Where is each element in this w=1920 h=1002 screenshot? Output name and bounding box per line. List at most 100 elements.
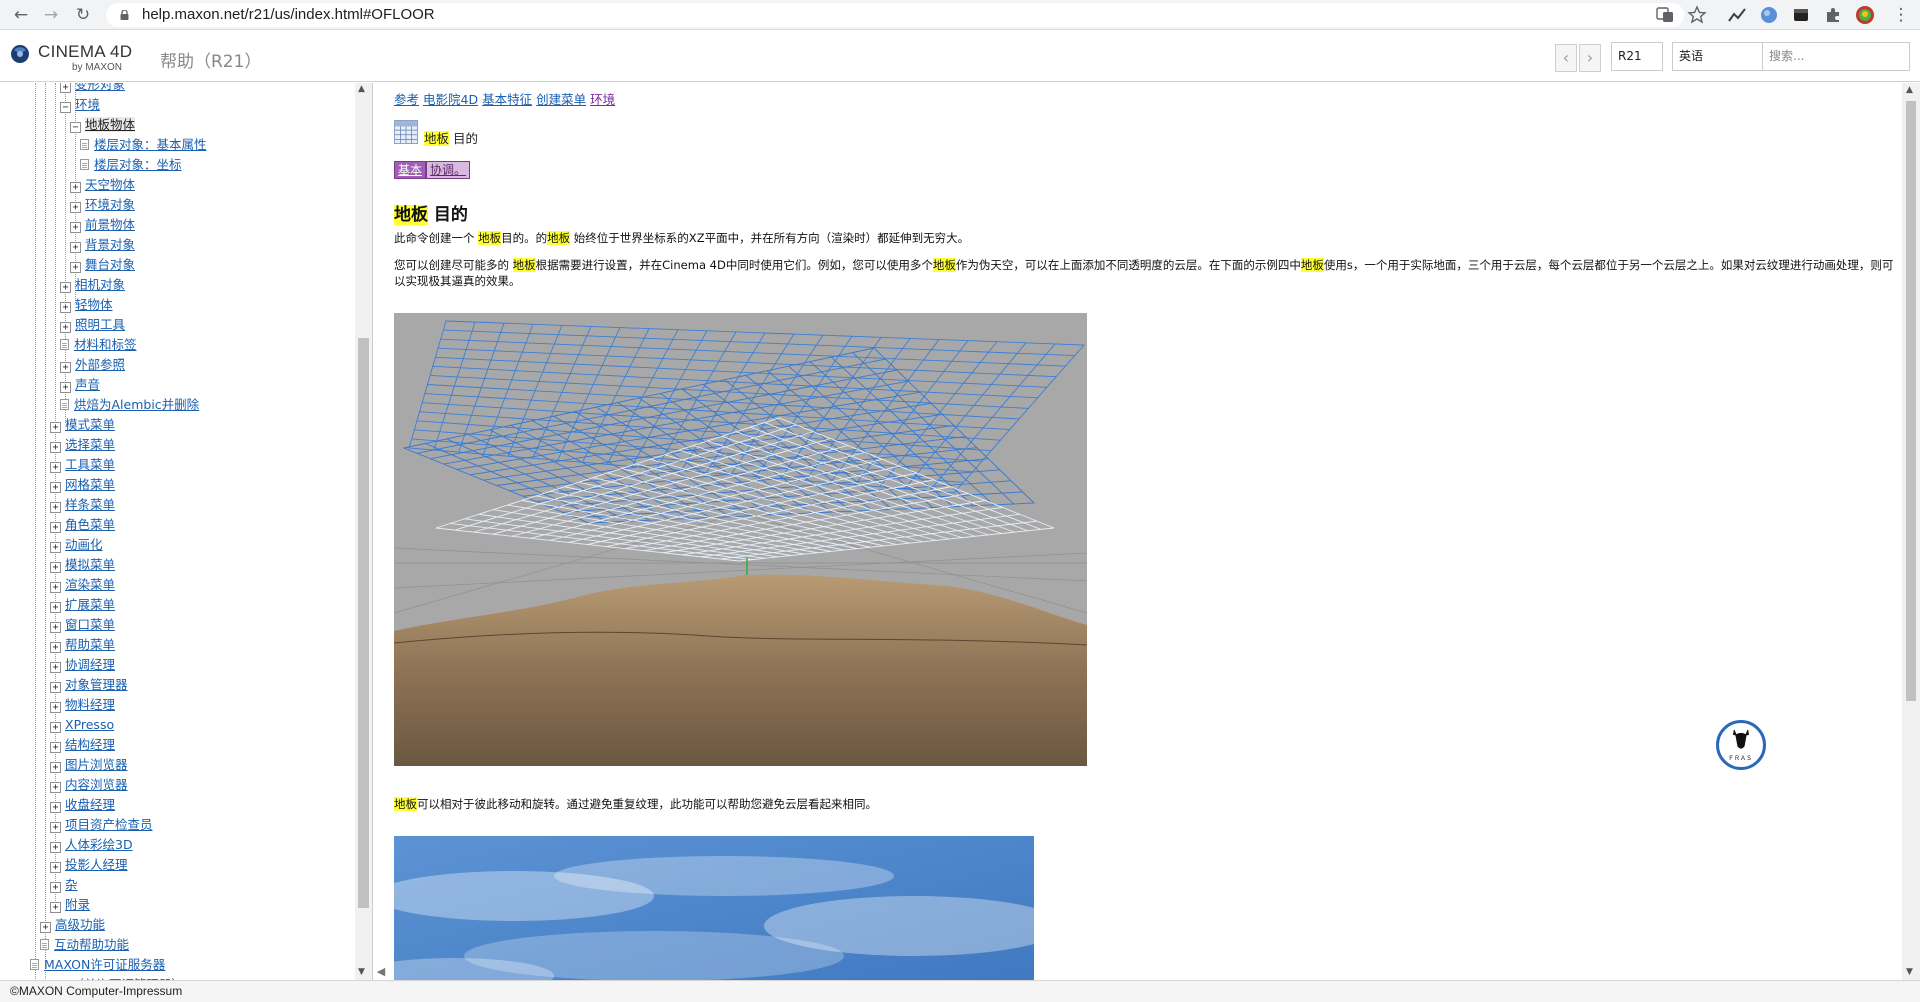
sidebar-item[interactable]: + 物料经理 bbox=[50, 696, 115, 714]
sidebar-item[interactable]: + 人体彩绘3D bbox=[50, 836, 133, 854]
sidebar-item[interactable]: + 角色菜单 bbox=[50, 516, 115, 534]
expand-icon[interactable]: + bbox=[60, 362, 71, 373]
sidebar-item-label[interactable]: 轻物体 bbox=[75, 297, 113, 312]
sidebar-item-label[interactable]: 结构经理 bbox=[65, 737, 115, 752]
sidebar-item[interactable]: + 动画化 bbox=[50, 536, 103, 554]
sidebar-item-label[interactable]: 外部参照 bbox=[75, 357, 125, 372]
sidebar-item[interactable]: + 扩展菜单 bbox=[50, 596, 115, 614]
sidebar-item-label[interactable]: 帮助菜单 bbox=[65, 637, 115, 652]
sidebar-item[interactable]: + 协调经理 bbox=[50, 656, 115, 674]
sidebar-item[interactable]: + 背景对象 bbox=[70, 236, 135, 254]
sidebar-item-label[interactable]: 声音 bbox=[75, 377, 100, 392]
sidebar-item[interactable]: + 高级功能 bbox=[40, 916, 105, 934]
expand-icon[interactable]: + bbox=[70, 262, 81, 273]
expand-icon[interactable]: + bbox=[40, 922, 51, 933]
breadcrumb-link[interactable]: 参考 bbox=[394, 92, 419, 107]
sidebar-item-label[interactable]: 渲染菜单 bbox=[65, 577, 115, 592]
bookmark-star-icon[interactable] bbox=[1687, 5, 1707, 25]
expand-icon[interactable]: + bbox=[50, 682, 61, 693]
sidebar-item-label[interactable]: 收盘经理 bbox=[65, 797, 115, 812]
expand-icon[interactable]: + bbox=[50, 542, 61, 553]
sidebar-item[interactable]: 互动帮助功能 bbox=[40, 936, 129, 954]
sidebar-item-label[interactable]: 前景物体 bbox=[85, 217, 135, 232]
sidebar-item[interactable]: + 项目资产检查员 bbox=[50, 816, 153, 834]
sidebar-item-label[interactable]: XPresso bbox=[65, 717, 114, 732]
sidebar-item[interactable]: + 照明工具 bbox=[60, 316, 125, 334]
sidebar-item[interactable]: + 杂 bbox=[50, 876, 78, 894]
sidebar-item[interactable]: + 环境对象 bbox=[70, 196, 135, 214]
expand-icon[interactable]: + bbox=[50, 782, 61, 793]
breadcrumb-link[interactable]: 环境 bbox=[590, 92, 615, 107]
sidebar-item[interactable]: + 工具菜单 bbox=[50, 456, 115, 474]
scroll-down-arrow-icon[interactable]: ▼ bbox=[358, 967, 365, 977]
sidebar-item-label[interactable]: 网格菜单 bbox=[65, 477, 115, 492]
sidebar-item-label[interactable]: 地板物体 bbox=[85, 117, 136, 132]
sidebar-item[interactable]: + 天空物体 bbox=[70, 176, 135, 194]
sidebar-item[interactable]: + 投影人经理 bbox=[50, 856, 128, 874]
sidebar-item[interactable]: − 地板物体 bbox=[70, 116, 136, 134]
sidebar-item-label[interactable]: 高级功能 bbox=[55, 917, 105, 932]
expand-icon[interactable]: + bbox=[50, 582, 61, 593]
sidebar-item-label[interactable]: 对象管理器 bbox=[65, 677, 128, 692]
sidebar-item-label[interactable]: 照明工具 bbox=[75, 317, 125, 332]
sidebar-item-label[interactable]: 附录 bbox=[65, 897, 90, 912]
collapse-icon[interactable]: − bbox=[60, 102, 71, 113]
sidebar-item-label[interactable]: 工具菜单 bbox=[65, 457, 115, 472]
expand-icon[interactable]: + bbox=[50, 742, 61, 753]
expand-icon[interactable]: + bbox=[70, 222, 81, 233]
sidebar-item-label[interactable]: 扩展菜单 bbox=[65, 597, 115, 612]
sidebar-item-label[interactable]: 天空物体 bbox=[85, 177, 135, 192]
sidebar-item[interactable]: + 轻物体 bbox=[60, 296, 113, 314]
sidebar-item[interactable]: + 窗口菜单 bbox=[50, 616, 115, 634]
address-bar[interactable]: help.maxon.net/r21/us/index.html#OFLOOR bbox=[106, 3, 1684, 27]
expand-icon[interactable]: + bbox=[60, 382, 71, 393]
expand-icon[interactable]: + bbox=[50, 522, 61, 533]
sidebar-item-label[interactable]: 烘焙为Alembic并删除 bbox=[74, 397, 199, 412]
sidebar-item-label[interactable]: 互动帮助功能 bbox=[54, 937, 129, 952]
sidebar-scroll-thumb[interactable] bbox=[358, 338, 369, 908]
sidebar-item-label[interactable]: 项目资产检查员 bbox=[65, 817, 153, 832]
sidebar-item[interactable]: + 变形对象 bbox=[60, 83, 125, 94]
expand-icon[interactable]: + bbox=[50, 722, 61, 733]
sidebar-item[interactable]: 烘焙为Alembic并删除 bbox=[60, 396, 199, 414]
search-input[interactable]: 搜索... bbox=[1762, 42, 1910, 71]
puzzle-extension-icon[interactable] bbox=[1823, 5, 1843, 25]
expand-icon[interactable]: + bbox=[50, 462, 61, 473]
sidebar-item-label[interactable]: 人体彩绘3D bbox=[65, 837, 133, 852]
expand-icon[interactable]: + bbox=[50, 662, 61, 673]
sidebar-item[interactable]: + 对象管理器 bbox=[50, 676, 128, 694]
globe-extension-icon[interactable] bbox=[1759, 5, 1779, 25]
sidebar-item[interactable]: + 外部参照 bbox=[60, 356, 125, 374]
breadcrumb-link[interactable]: 电影院4D bbox=[423, 92, 478, 107]
expand-icon[interactable]: + bbox=[60, 282, 71, 293]
language-select[interactable]: 英语 bbox=[1672, 42, 1767, 71]
expand-icon[interactable]: + bbox=[70, 202, 81, 213]
reload-icon[interactable]: ↻ bbox=[72, 4, 94, 26]
kebab-menu-icon[interactable]: ⋮ bbox=[1890, 4, 1912, 26]
expand-icon[interactable]: + bbox=[50, 442, 61, 453]
chart-extension-icon[interactable] bbox=[1727, 5, 1747, 25]
sidebar-item-label[interactable]: 窗口菜单 bbox=[65, 617, 115, 632]
sidebar-item-label[interactable]: 环境对象 bbox=[85, 197, 135, 212]
sidebar-item-label[interactable]: 物料经理 bbox=[65, 697, 115, 712]
sidebar-item-label[interactable]: 相机对象 bbox=[75, 277, 125, 292]
expand-icon[interactable]: + bbox=[50, 422, 61, 433]
sidebar-item[interactable]: + 附录 bbox=[50, 896, 90, 914]
expand-icon[interactable]: + bbox=[50, 622, 61, 633]
translate-icon[interactable] bbox=[1655, 5, 1675, 25]
sidebar-item-label[interactable]: 背景对象 bbox=[85, 237, 135, 252]
scroll-down-arrow-icon[interactable]: ▼ bbox=[1906, 967, 1913, 977]
sidebar-item-label[interactable]: 选择菜单 bbox=[65, 437, 115, 452]
previous-page-button[interactable]: ‹ bbox=[1555, 44, 1577, 72]
tab-coordinates[interactable]: 协调。 bbox=[426, 161, 471, 179]
sidebar-item[interactable]: MAXON许可证服务器 bbox=[30, 956, 165, 974]
content-scroll-thumb[interactable] bbox=[1906, 101, 1916, 701]
scroll-up-arrow-icon[interactable]: ▲ bbox=[358, 84, 365, 94]
sidebar-item[interactable]: 楼层对象：坐标 bbox=[80, 156, 182, 174]
sidebar-item-label[interactable]: 样条菜单 bbox=[65, 497, 115, 512]
expand-icon[interactable]: + bbox=[50, 762, 61, 773]
collapse-icon[interactable]: − bbox=[70, 122, 81, 133]
sidebar-item-label[interactable]: 楼层对象：坐标 bbox=[94, 157, 182, 172]
scroll-up-arrow-icon[interactable]: ▲ bbox=[1906, 85, 1913, 95]
profile-avatar-icon[interactable] bbox=[1855, 5, 1875, 25]
